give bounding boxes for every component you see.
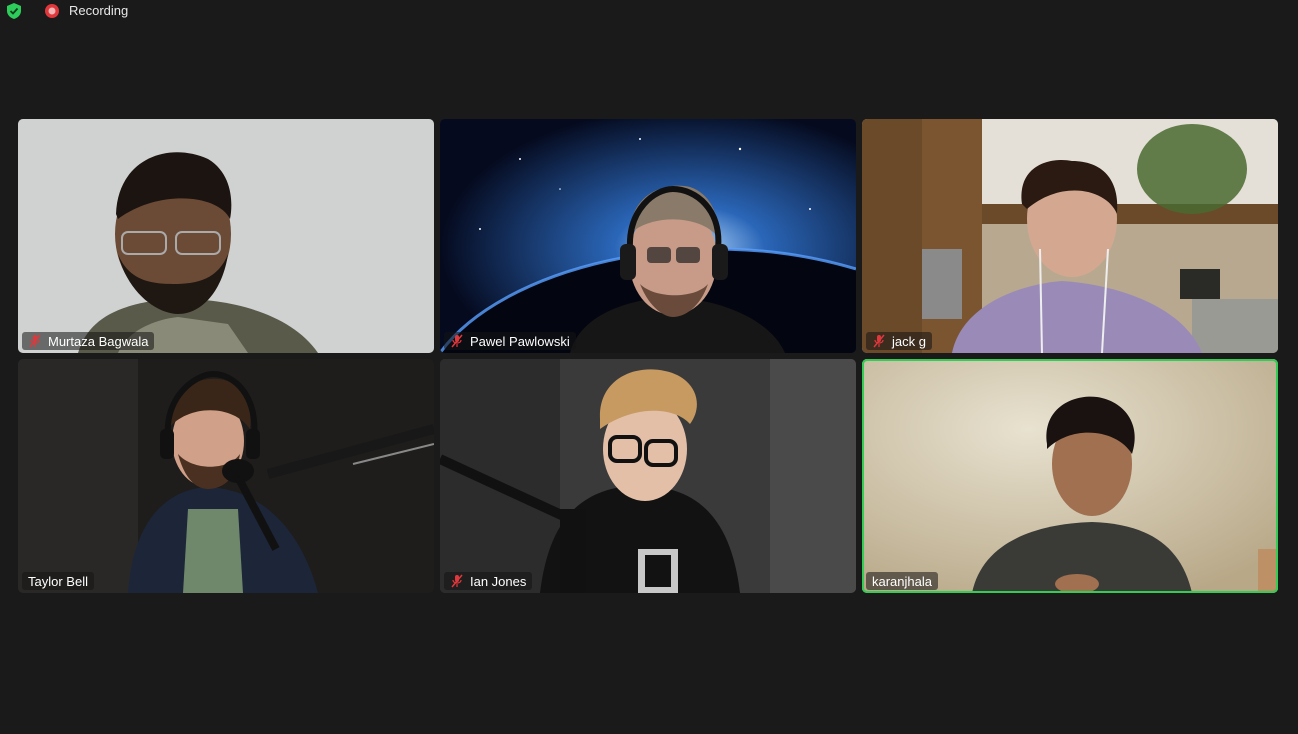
participant-video [440,359,856,593]
video-tile[interactable]: Murtaza Bagwala [18,119,434,353]
participant-name: jack g [892,333,926,349]
participant-nameplate: jack g [866,332,932,350]
participant-nameplate: Murtaza Bagwala [22,332,155,350]
video-tile[interactable]: Pawel Pawlowski [440,119,856,353]
participant-name: Murtaza Bagwala [48,333,149,349]
video-tile[interactable]: Ian Jones [440,359,856,593]
participant-video [440,119,856,353]
recording-icon[interactable] [45,4,59,18]
microphone-muted-icon [29,334,41,348]
video-tile-active-speaker[interactable]: karanjhala [862,359,1278,593]
microphone-muted-icon [451,334,463,348]
shield-check-icon[interactable] [7,3,21,19]
video-tile[interactable]: Taylor Bell [18,359,434,593]
participant-name: karanjhala [872,573,932,589]
participant-video [18,119,434,353]
participant-nameplate: Taylor Bell [22,572,94,590]
participant-nameplate: Ian Jones [444,572,533,590]
video-tile[interactable]: jack g [862,119,1278,353]
participant-video [862,119,1278,353]
meeting-top-bar: Recording [0,0,1298,22]
participant-name: Pawel Pawlowski [470,333,570,349]
participant-video [862,359,1278,593]
participant-name: Ian Jones [470,573,527,589]
microphone-muted-icon [451,574,463,588]
participant-nameplate: Pawel Pawlowski [444,332,576,350]
participant-name: Taylor Bell [28,573,88,589]
participant-video [18,359,434,593]
participant-nameplate: karanjhala [866,572,938,590]
recording-label[interactable]: Recording [69,3,128,19]
microphone-muted-icon [873,334,885,348]
